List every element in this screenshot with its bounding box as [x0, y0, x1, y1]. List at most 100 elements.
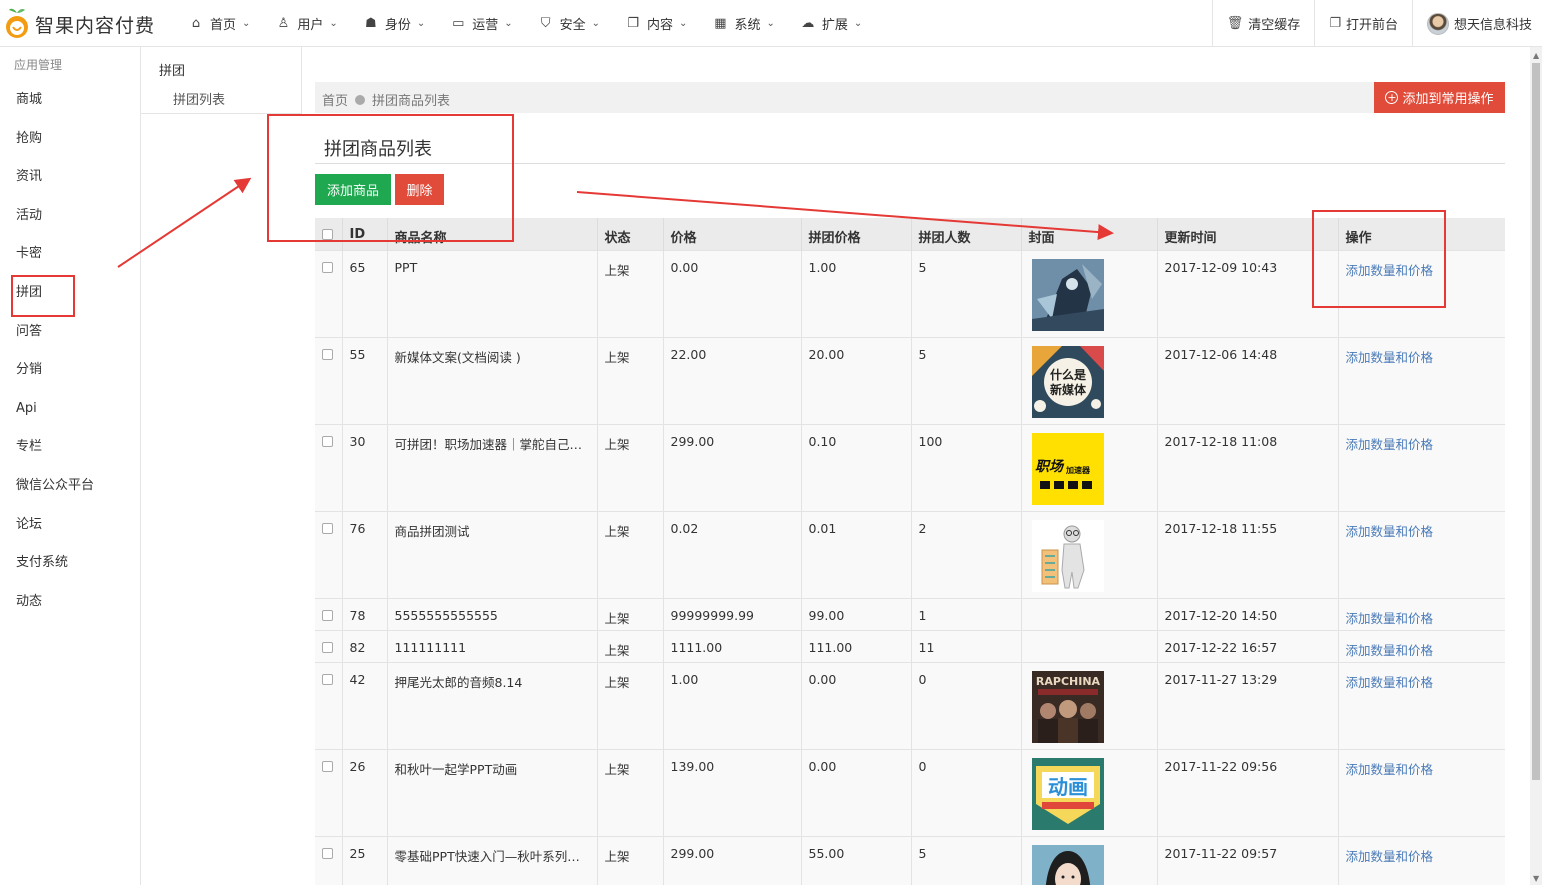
sidebar-item-9[interactable]: 专栏 [0, 428, 140, 467]
sidebar-item-1[interactable]: 抢购 [0, 120, 140, 159]
sidebar-item-7[interactable]: 分销 [0, 351, 140, 390]
cell-group-size: 1 [910, 597, 1021, 630]
cell-status: 上架 [596, 661, 663, 749]
cell-group-size: 0 [910, 661, 1021, 749]
cell-price: 0.00 [662, 249, 801, 337]
app-logo[interactable]: 智果内容付费 [4, 6, 155, 42]
cell-name: 和秋叶一起学PPT动画 [386, 748, 597, 836]
open-front-button[interactable]: ❐ 打开前台 [1314, 0, 1412, 47]
nav-item-label: 用户 [297, 18, 324, 33]
row-checkbox[interactable] [322, 760, 333, 772]
cell-group-size: 11 [910, 629, 1021, 662]
add-quantity-price-link[interactable]: 添加数量和价格 [1346, 437, 1434, 452]
external-window-icon: ❐ [1329, 16, 1341, 31]
add-quantity-price-link[interactable]: 添加数量和价格 [1346, 762, 1434, 777]
row-checkbox[interactable] [322, 261, 333, 273]
table-row: 55 新媒体文案(文档阅读 ) 上架 22.00 20.00 5 什么是 新媒体 2017-12… [315, 336, 1505, 424]
sidebar-item-4[interactable]: 卡密 [0, 235, 140, 274]
cell-group-size: 5 [910, 336, 1021, 424]
nav-item-2[interactable]: ☗ 身份 ⌄ [351, 0, 438, 47]
windows-icon: ▦ [714, 16, 727, 31]
submenu-title: 拼团 [159, 64, 186, 79]
cell-action: 添加数量和价格 [1337, 835, 1505, 885]
sidebar-item-12[interactable]: 支付系统 [0, 544, 140, 583]
nav-item-0[interactable]: ⌂ 首页 ⌄ [176, 0, 263, 47]
add-quantity-price-link[interactable]: 添加数量和价格 [1346, 849, 1434, 864]
sidebar-item-11[interactable]: 论坛 [0, 506, 140, 545]
submenu: 拼团 拼团列表 [141, 47, 302, 114]
row-checkbox[interactable] [322, 847, 333, 859]
row-checkbox[interactable] [322, 348, 333, 360]
table-row: 76 商品拼团测试 上架 0.02 0.01 2 2017-12-18 11:55 添加数量和… [315, 510, 1505, 598]
cell-price: 1.00 [662, 661, 801, 749]
cover-image-animation: 动画 [1031, 757, 1104, 830]
sidebar-item-13[interactable]: 动态 [0, 583, 140, 622]
sidebar-item-2[interactable]: 资讯 [0, 158, 140, 197]
main-nav: ⌂ 首页 ⌄ ♙ 用户 ⌄ ☗ 身份 ⌄ ▭ 运营 ⌄ ⛉ 安全 ⌄ ❐ 内容 ⌄ ▦ 系统 ⌄ ☁ 扩展 ⌄ [176, 0, 875, 47]
svg-text:动画: 动画 [1048, 775, 1088, 799]
user-menu[interactable]: 想天信息科技 [1411, 0, 1542, 47]
cell-updated: 2017-12-18 11:08 [1156, 423, 1338, 511]
trash-icon: 🗑 [1226, 16, 1244, 31]
nav-item-7[interactable]: ☁ 扩展 ⌄ [788, 0, 875, 47]
table-row: 82 111111111 上架 1111.00 111.00 11 2017-12-22 1… [315, 629, 1505, 662]
cell-group-price: 111.00 [800, 629, 911, 662]
cell-name: 零基础PPT快速入门—秋叶系列… [386, 835, 597, 885]
cell-group-size: 5 [910, 249, 1021, 337]
add-quantity-price-link[interactable]: 添加数量和价格 [1346, 643, 1434, 658]
page-scrollbar[interactable]: ▲ ▼ [1530, 47, 1542, 885]
cell-price: 1111.00 [662, 629, 801, 662]
nav-item-5[interactable]: ❐ 内容 ⌄ [613, 0, 700, 47]
shield-icon: ⛉ [540, 16, 551, 31]
chevron-down-icon: ⌄ [679, 18, 688, 29]
row-checkbox[interactable] [322, 435, 333, 447]
top-navbar: 智果内容付费 ⌂ 首页 ⌄ ♙ 用户 ⌄ ☗ 身份 ⌄ ▭ 运营 ⌄ ⛉ 安全 ⌄ ❐ 内容 ⌄ ▦ 系统 ⌄ ☁ 扩展 ⌄ … [0, 0, 1542, 47]
cell-id: 78 [341, 597, 387, 630]
add-quantity-price-link[interactable]: 添加数量和价格 [1346, 524, 1434, 539]
cell-id: 25 [341, 835, 387, 885]
add-quantity-price-link[interactable]: 添加数量和价格 [1346, 611, 1434, 626]
table-row: 30 可拼团！职场加速器｜掌舵自己… 上架 299.00 0.10 100 职场 加速器 201… [315, 423, 1505, 511]
row-checkbox[interactable] [322, 609, 333, 621]
scrollbar-thumb[interactable] [1532, 63, 1540, 780]
cell-cover [1020, 597, 1157, 630]
add-quantity-price-link[interactable]: 添加数量和价格 [1346, 675, 1434, 690]
nav-item-1[interactable]: ♙ 用户 ⌄ [263, 0, 350, 47]
sidebar-item-0[interactable]: 商城 [0, 81, 140, 120]
chevron-down-icon: ⌄ [329, 18, 338, 29]
cell-name: 新媒体文案(文档阅读 ) [386, 336, 597, 424]
row-checkbox[interactable] [322, 673, 333, 685]
cell-updated: 2017-11-22 09:57 [1156, 835, 1338, 885]
column-header: 价格 [662, 218, 801, 250]
nav-item-3[interactable]: ▭ 运营 ⌄ [438, 0, 525, 47]
add-to-favorites-button[interactable]: + 添加到常用操作 [1374, 82, 1505, 113]
breadcrumb-home[interactable]: 首页 [322, 90, 348, 109]
submenu-item-group-list[interactable]: 拼团列表 [173, 89, 225, 108]
sidebar-item-3[interactable]: 活动 [0, 197, 140, 236]
scroll-down-icon[interactable]: ▼ [1533, 874, 1539, 883]
cell-cover: 职场 加速器 [1020, 423, 1157, 511]
cell-id: 65 [341, 249, 387, 337]
chevron-down-icon: ⌄ [416, 18, 426, 29]
sidebar-item-6[interactable]: 问答 [0, 313, 140, 352]
row-checkbox[interactable] [322, 522, 333, 534]
cell-cover: RAPCHINA [1020, 661, 1157, 749]
nav-item-4[interactable]: ⛉ 安全 ⌄ [526, 0, 613, 47]
row-checkbox[interactable] [322, 641, 333, 653]
breadcrumb-current: 拼团商品列表 [372, 94, 451, 109]
clear-cache-button[interactable]: 🗑 清空缓存 [1211, 0, 1315, 47]
sidebar-item-10[interactable]: 微信公众平台 [0, 467, 140, 506]
column-header: 拼团人数 [910, 218, 1021, 250]
row-select-cell [315, 423, 342, 511]
cell-name: 押尾光太郎的音频8.14 [386, 661, 597, 749]
sidebar-item-8[interactable]: Api [0, 390, 140, 429]
scroll-up-icon[interactable]: ▲ [1533, 51, 1539, 60]
breadcrumb-separator-icon [355, 94, 366, 105]
nav-item-6[interactable]: ▦ 系统 ⌄ [700, 0, 787, 47]
add-quantity-price-link[interactable]: 添加数量和价格 [1346, 350, 1434, 365]
cell-id: 55 [341, 336, 387, 424]
nav-item-label: 扩展 [821, 18, 848, 33]
cell-action: 添加数量和价格 [1337, 597, 1505, 630]
cell-group-price: 20.00 [800, 336, 911, 424]
cell-group-price: 0.00 [800, 748, 911, 836]
